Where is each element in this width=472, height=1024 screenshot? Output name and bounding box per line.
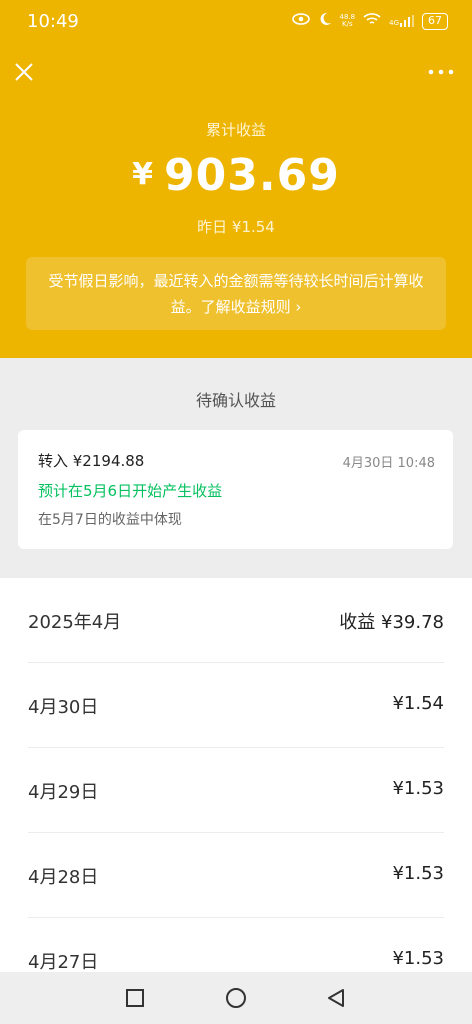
square-icon — [126, 989, 144, 1007]
close-button[interactable] — [12, 60, 36, 84]
status-bar: 10:49 48.8 K/s 4G 67 — [0, 0, 472, 44]
pending-time: 4月30日 10:48 — [342, 456, 435, 471]
total-earnings-label: 累计收益 — [205, 121, 266, 139]
row-date: 4月30日 — [28, 697, 99, 718]
status-icons: 48.8 K/s 4G 67 — [291, 12, 448, 30]
more-icon — [428, 69, 454, 75]
row-date: 4月29日 — [28, 782, 99, 803]
recent-apps-button[interactable] — [123, 986, 147, 1010]
back-button[interactable] — [324, 986, 348, 1010]
list-item[interactable]: 4月30日 ¥1.54 — [28, 663, 444, 748]
triangle-back-icon — [328, 989, 344, 1007]
yesterday-earnings: 昨日 ¥1.54 — [197, 218, 275, 236]
status-time: 10:49 — [27, 11, 79, 32]
circle-icon — [226, 988, 246, 1008]
row-amount: 收益 ¥39.78 — [339, 612, 444, 633]
close-icon — [15, 63, 33, 81]
row-amount: ¥1.54 — [392, 693, 444, 714]
row-date: 4月28日 — [28, 867, 99, 888]
pending-card[interactable]: 转入 ¥2194.88 4月30日 10:48 预计在5月6日开始产生收益 在5… — [18, 430, 453, 549]
list-item[interactable]: 4月28日 ¥1.53 — [28, 833, 444, 918]
month-summary-row[interactable]: 2025年4月 收益 ¥39.78 — [28, 578, 444, 663]
earnings-list: 2025年4月 收益 ¥39.78 4月30日 ¥1.54 4月29日 ¥1.5… — [0, 578, 472, 972]
pending-show-date: 在5月7日的收益中体现 — [38, 512, 182, 528]
more-options-button[interactable] — [428, 64, 454, 78]
total-amount-value: 903.69 — [164, 150, 340, 201]
list-item[interactable]: 4月29日 ¥1.53 — [28, 748, 444, 833]
network-type: 4G — [389, 19, 399, 27]
summary-header: 10:49 48.8 K/s 4G 67 累计收益 ¥ 903.69 昨日 ¥1… — [0, 0, 472, 358]
row-date: 4月27日 — [28, 952, 99, 972]
row-date: 2025年4月 — [28, 612, 122, 633]
net-speed: 48.8 K/s — [340, 14, 356, 28]
cellular-icon: 4G — [389, 15, 414, 27]
row-amount: ¥1.53 — [392, 778, 444, 799]
moon-icon — [318, 12, 332, 30]
eye-icon — [291, 13, 310, 29]
home-button[interactable] — [224, 986, 248, 1010]
row-amount: ¥1.53 — [392, 948, 444, 969]
battery-indicator: 67 — [422, 12, 448, 30]
pending-expected-start: 预计在5月6日开始产生收益 — [38, 482, 223, 500]
holiday-notice[interactable]: 受节假日影响，最近转入的金额需等待较长时间后计算收益。了解收益规则 › — [26, 257, 446, 330]
row-amount: ¥1.53 — [392, 863, 444, 884]
net-speed-unit: K/s — [342, 20, 353, 28]
pending-section-title: 待确认收益 — [195, 391, 276, 410]
list-item[interactable]: 4月27日 ¥1.53 — [28, 918, 444, 972]
system-nav-bar — [0, 972, 472, 1024]
currency-symbol: ¥ — [132, 157, 155, 192]
pending-amount: 转入 ¥2194.88 — [38, 452, 145, 470]
wifi-icon — [363, 12, 381, 30]
total-earnings-amount: ¥903.69 — [0, 150, 472, 201]
